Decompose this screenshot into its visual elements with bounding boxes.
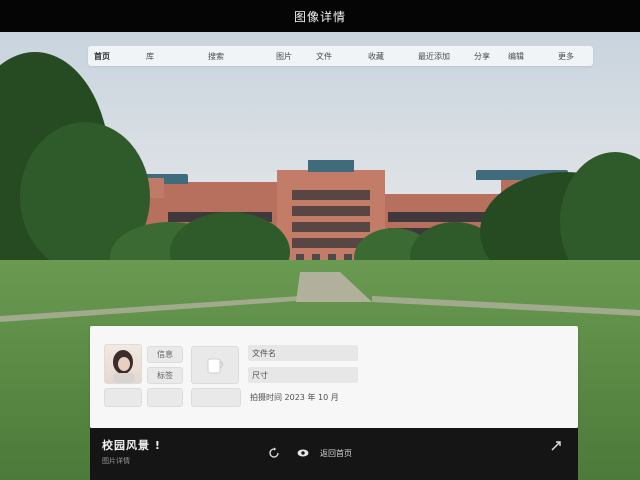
window-title: 图像详情 <box>293 9 346 24</box>
top-navigation-bar: 首页 库 搜索 图片 文件 收藏 最近添加 分享 编辑 更多 <box>88 46 593 66</box>
file-name-label: 文件名 <box>252 348 276 358</box>
refresh-icon-glyph <box>269 447 279 458</box>
window-title-bar: 图像详情 <box>0 0 640 32</box>
cup-icon <box>207 358 224 374</box>
label-tag-button[interactable]: 标签 <box>147 367 183 384</box>
card-secondary-button[interactable] <box>147 388 183 407</box>
refresh-icon[interactable] <box>266 445 282 461</box>
info-tag-button[interactable]: 信息 <box>147 346 183 363</box>
share-icon-glyph <box>551 441 561 451</box>
person-portrait-icon <box>113 350 135 383</box>
nav-item-more[interactable]: 更多 <box>558 46 574 66</box>
nav-item-favorites[interactable]: 收藏 <box>368 46 384 66</box>
size-label: 尺寸 <box>252 370 268 380</box>
nav-item-library[interactable]: 库 <box>146 46 154 66</box>
share-icon[interactable] <box>548 438 564 454</box>
photo-description: 拍摄时间 2023 年 10 月 <box>250 392 339 402</box>
card-action-button[interactable] <box>104 388 142 407</box>
nav-item-home[interactable]: 首页 <box>94 46 110 66</box>
nav-item-edit[interactable]: 编辑 <box>508 46 524 66</box>
card-more-button[interactable] <box>191 388 241 407</box>
nav-item-share[interactable]: 分享 <box>474 46 490 66</box>
label-tag-label: 标签 <box>157 371 173 380</box>
back-home-link[interactable]: 返回首页 <box>320 446 352 460</box>
avatar[interactable] <box>104 344 142 384</box>
bottom-subtitle: 图片详情 <box>102 457 130 465</box>
nav-item-files[interactable]: 文件 <box>316 46 332 66</box>
nav-item-photos[interactable]: 图片 <box>276 46 292 66</box>
eye-icon[interactable] <box>296 446 310 460</box>
thumbnail-box[interactable] <box>191 346 239 384</box>
eye-icon-glyph <box>297 449 309 457</box>
info-tag-label: 信息 <box>157 350 173 359</box>
back-home-label: 返回首页 <box>320 448 352 458</box>
size-field: 尺寸 <box>248 367 358 383</box>
file-name-field: 文件名 <box>248 345 358 361</box>
nav-item-search[interactable]: 搜索 <box>208 46 224 66</box>
walkway <box>0 272 640 322</box>
bottom-title: 校园风景 ! <box>102 439 161 452</box>
nav-item-recent[interactable]: 最近添加 <box>418 46 450 66</box>
